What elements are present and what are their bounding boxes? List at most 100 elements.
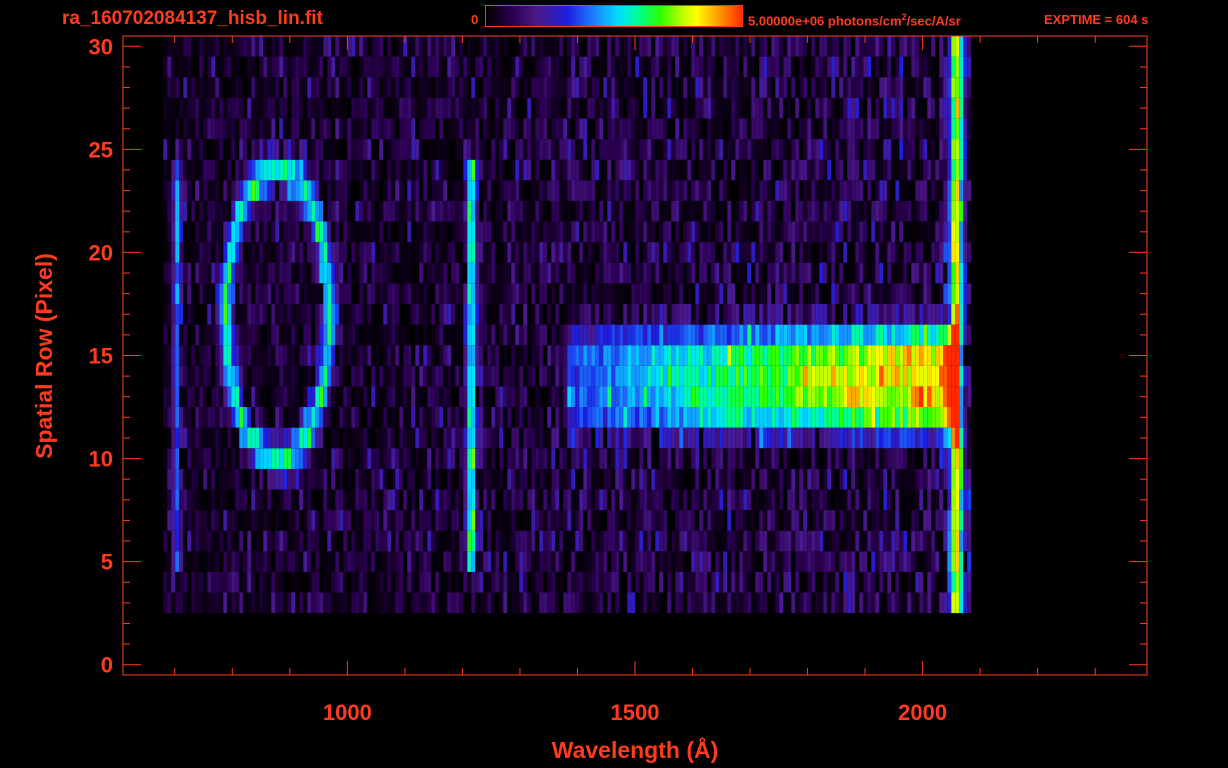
intensity-cell: [331, 386, 336, 407]
intensity-cell: [907, 530, 912, 552]
intensity-cell: [939, 262, 944, 284]
intensity-cell: [299, 468, 304, 490]
intensity-cell: [791, 427, 796, 449]
intensity-cell: [631, 510, 636, 531]
intensity-cell: [431, 345, 436, 366]
intensity-cell: [387, 118, 392, 140]
intensity-cell: [447, 283, 452, 304]
intensity-cell: [323, 242, 328, 263]
intensity-cell: [531, 200, 536, 222]
intensity-cell: [611, 221, 616, 243]
intensity-cell: [767, 510, 772, 531]
intensity-cell: [319, 118, 324, 140]
intensity-cell: [315, 530, 320, 552]
intensity-cell: [427, 118, 432, 140]
intensity-cell: [891, 262, 896, 284]
intensity-cell: [547, 159, 552, 181]
intensity-cell: [183, 283, 188, 304]
intensity-cell: [535, 365, 540, 387]
intensity-cell: [231, 468, 236, 490]
intensity-cell: [407, 180, 412, 201]
intensity-cell: [867, 530, 872, 552]
intensity-cell: [591, 365, 596, 387]
intensity-cell: [819, 448, 824, 469]
intensity-cell: [935, 304, 940, 325]
intensity-cell: [855, 407, 860, 428]
intensity-cell: [851, 118, 856, 140]
intensity-cell: [163, 262, 168, 284]
intensity-cell: [199, 324, 204, 346]
intensity-cell: [915, 324, 920, 346]
intensity-cell: [587, 97, 592, 119]
intensity-cell: [619, 262, 624, 284]
intensity-cell: [219, 592, 224, 614]
intensity-cell: [875, 530, 880, 552]
intensity-cell: [751, 324, 756, 346]
intensity-cell: [903, 159, 908, 181]
intensity-cell: [263, 200, 268, 222]
intensity-cell: [167, 510, 172, 531]
intensity-cell: [535, 97, 540, 119]
intensity-cell: [655, 365, 660, 387]
intensity-cell: [535, 530, 540, 552]
intensity-cell: [243, 530, 248, 552]
intensity-cell: [559, 592, 564, 614]
intensity-cell: [251, 200, 256, 222]
intensity-cell: [851, 242, 856, 263]
intensity-cell: [647, 571, 652, 593]
intensity-cell: [227, 571, 232, 593]
intensity-cell: [371, 200, 376, 222]
intensity-cell: [279, 571, 284, 593]
intensity-cell: [463, 407, 468, 428]
intensity-cell: [471, 242, 476, 263]
intensity-cell: [819, 324, 824, 346]
intensity-cell: [475, 118, 480, 140]
intensity-cell: [787, 180, 792, 201]
intensity-cell: [883, 530, 888, 552]
intensity-cell: [275, 468, 280, 490]
intensity-cell: [267, 221, 272, 243]
intensity-cell: [755, 489, 760, 511]
intensity-cell: [391, 221, 396, 243]
intensity-cell: [539, 221, 544, 243]
intensity-cell: [963, 324, 968, 346]
intensity-cell: [231, 221, 236, 243]
intensity-cell: [643, 468, 648, 490]
intensity-cell: [555, 304, 560, 325]
intensity-cell: [199, 221, 204, 243]
intensity-cell: [343, 489, 348, 511]
intensity-cell: [963, 139, 968, 160]
intensity-cell: [371, 468, 376, 490]
intensity-cell: [311, 571, 316, 593]
intensity-cell: [395, 118, 400, 140]
intensity-cell: [895, 159, 900, 181]
intensity-cell: [231, 139, 236, 160]
intensity-cell: [819, 304, 824, 325]
intensity-cell: [403, 489, 408, 511]
intensity-cell: [359, 200, 364, 222]
intensity-cell: [899, 304, 904, 325]
intensity-cell: [455, 427, 460, 449]
intensity-cell: [183, 324, 188, 346]
intensity-cell: [675, 118, 680, 140]
intensity-cell: [359, 159, 364, 181]
intensity-cell: [235, 592, 240, 614]
intensity-cell: [387, 97, 392, 119]
intensity-cell: [939, 180, 944, 201]
intensity-cell: [355, 139, 360, 160]
intensity-cell: [807, 304, 812, 325]
intensity-cell: [215, 592, 220, 614]
intensity-cell: [455, 345, 460, 366]
intensity-cell: [207, 407, 212, 428]
intensity-cell: [775, 365, 780, 387]
intensity-cell: [575, 324, 580, 346]
intensity-cell: [755, 139, 760, 160]
intensity-cell: [207, 242, 212, 263]
intensity-cell: [707, 448, 712, 469]
intensity-cell: [499, 386, 504, 407]
intensity-cell: [619, 571, 624, 593]
intensity-cell: [719, 592, 724, 614]
intensity-cell: [315, 407, 320, 428]
intensity-cell: [915, 118, 920, 140]
intensity-cell: [511, 551, 516, 572]
